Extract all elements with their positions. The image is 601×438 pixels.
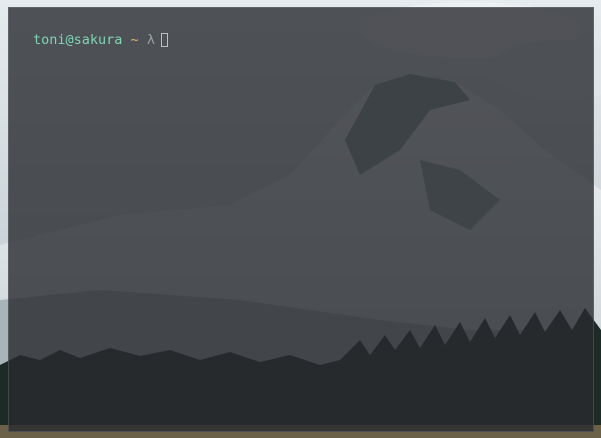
prompt-path: ~ <box>130 32 139 48</box>
prompt-line[interactable]: toni@sakura ~ λ <box>33 31 168 49</box>
prompt-user-host: toni@sakura <box>33 32 123 48</box>
text-cursor <box>160 33 168 47</box>
terminal-window[interactable]: toni@sakura ~ λ <box>8 7 594 432</box>
prompt-symbol: λ <box>146 32 155 48</box>
